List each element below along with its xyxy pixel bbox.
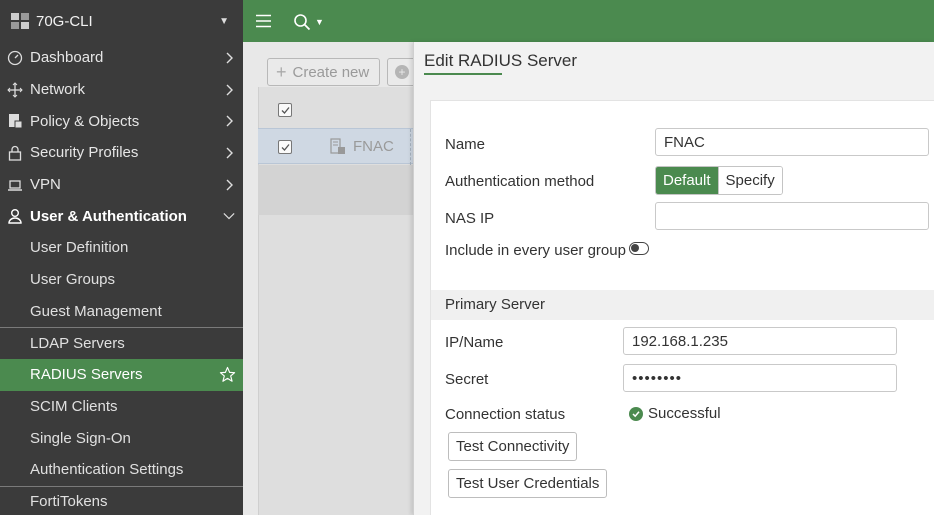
- chevron-right-icon: [223, 179, 235, 191]
- test-connectivity-button[interactable]: Test Connectivity: [448, 432, 578, 461]
- sidebar-subitem-label: User Definition: [30, 239, 129, 257]
- row-name: FNAC: [353, 138, 394, 155]
- auth-method-label: Authentication method: [445, 173, 595, 190]
- plus-circle-icon: +: [395, 65, 409, 79]
- network-icon: [6, 81, 24, 99]
- title-underline: [424, 73, 502, 75]
- connection-status: Successful: [629, 405, 721, 422]
- sidebar-subitem-label: Guest Management: [30, 302, 162, 320]
- table-row[interactable]: FNAC: [258, 128, 418, 165]
- sidebar-subitem-ldap-servers[interactable]: LDAP Servers: [0, 327, 243, 359]
- sidebar-subitem-label: Authentication Settings: [30, 461, 184, 479]
- edit-radius-server-panel: Edit RADIUS Server Name Authentication m…: [413, 42, 934, 515]
- sidebar-item-label: Security Profiles: [30, 144, 139, 162]
- select-all-checkbox[interactable]: [278, 103, 292, 117]
- device-name: 70G-CLI: [36, 12, 93, 30]
- sidebar-subitem-scim-clients[interactable]: SCIM Clients: [0, 391, 243, 423]
- sidebar-subitem-authentication-settings[interactable]: Authentication Settings: [0, 454, 243, 486]
- edit-form: Name Authentication method Default Speci…: [430, 100, 934, 515]
- caret-down-icon: ▼: [219, 15, 229, 27]
- fortigate-logo-icon: [10, 11, 30, 31]
- sidebar-item-label: Network: [30, 81, 86, 99]
- panel-title: Edit RADIUS Server: [424, 51, 578, 70]
- sidebar-item-policy-objects[interactable]: Policy & Objects: [0, 105, 243, 137]
- create-new-button[interactable]: + Create new: [267, 58, 380, 86]
- plus-icon: +: [276, 61, 287, 82]
- sidebar-section-user-authentication[interactable]: User & Authentication: [0, 200, 243, 232]
- section-title: Primary Server: [445, 296, 546, 313]
- hamburger-menu-icon[interactable]: [256, 14, 271, 28]
- sidebar-subitem-label: RADIUS Servers: [30, 366, 143, 384]
- nas-ip-label: NAS IP: [445, 210, 495, 227]
- ip-name-label: IP/Name: [445, 334, 504, 351]
- star-icon[interactable]: [219, 366, 236, 383]
- create-new-label: Create new: [292, 63, 370, 81]
- secret-input[interactable]: [623, 364, 897, 392]
- primary-server-section: Primary Server: [431, 290, 934, 320]
- policy-icon: [6, 112, 24, 130]
- auth-default-option[interactable]: Default: [656, 167, 718, 194]
- sidebar-item-security-profiles[interactable]: Security Profiles: [0, 137, 243, 169]
- name-input[interactable]: [655, 128, 929, 156]
- sidebar-item-network[interactable]: Network: [0, 74, 243, 106]
- dashboard-icon: [6, 49, 24, 67]
- nas-ip-input[interactable]: [655, 202, 929, 230]
- chevron-right-icon: [223, 52, 235, 64]
- lock-icon: [6, 144, 24, 162]
- include-user-group-label: Include in every user group: [445, 242, 626, 259]
- caret-down-icon[interactable]: ▼: [315, 17, 324, 27]
- table-empty-area: [258, 165, 418, 215]
- chevron-right-icon: [223, 147, 235, 159]
- sidebar-section-label: User & Authentication: [30, 207, 187, 225]
- chevron-down-icon: [223, 210, 235, 222]
- connection-status-label: Connection status: [445, 406, 566, 423]
- sidebar-subitem-label: FortiTokens: [30, 493, 108, 511]
- user-icon: [6, 207, 24, 225]
- secret-label: Secret: [445, 371, 489, 388]
- auth-specify-option[interactable]: Specify: [717, 167, 782, 194]
- sidebar-subitem-label: User Groups: [30, 271, 116, 289]
- check-circle-icon: [629, 406, 643, 421]
- sidebar-subitem-fortitokens[interactable]: FortiTokens: [0, 485, 243, 515]
- top-bar: ▼: [243, 0, 934, 42]
- sidebar-item-dashboard[interactable]: Dashboard: [0, 42, 243, 74]
- sidebar-subitem-user-definition[interactable]: User Definition: [0, 232, 243, 264]
- device-selector[interactable]: 70G-CLI ▼: [0, 0, 243, 42]
- column-divider: [410, 129, 411, 165]
- sidebar-item-vpn[interactable]: VPN: [0, 169, 243, 201]
- sidebar-item-label: Dashboard: [30, 49, 104, 67]
- sidebar-subitem-radius-servers[interactable]: RADIUS Servers: [0, 358, 243, 391]
- name-label: Name: [445, 136, 486, 153]
- sidebar-subitem-guest-management[interactable]: Guest Management: [0, 296, 243, 328]
- sidebar-subitem-label: LDAP Servers: [30, 335, 125, 353]
- test-user-credentials-button[interactable]: Test User Credentials: [448, 469, 608, 498]
- auth-method-toggle: Default Specify: [655, 166, 783, 195]
- sidebar-subitem-user-groups[interactable]: User Groups: [0, 264, 243, 296]
- sidebar: 70G-CLI ▼ Dashboard Network Policy & Obj…: [0, 0, 243, 515]
- chevron-right-icon: [223, 84, 235, 96]
- sidebar-subitem-label: SCIM Clients: [30, 397, 118, 415]
- search-icon[interactable]: [293, 13, 311, 31]
- connection-status-value: Successful: [648, 405, 721, 422]
- chevron-right-icon: [223, 115, 235, 127]
- server-icon: [330, 138, 346, 155]
- sidebar-item-label: Policy & Objects: [30, 112, 140, 130]
- ip-name-input[interactable]: [623, 327, 897, 355]
- include-user-group-toggle[interactable]: [629, 242, 649, 255]
- sidebar-subitem-label: Single Sign-On: [30, 429, 131, 447]
- sidebar-subitem-single-sign-on[interactable]: Single Sign-On: [0, 422, 243, 454]
- sidebar-item-label: VPN: [30, 176, 61, 194]
- row-checkbox[interactable]: [278, 140, 292, 154]
- laptop-icon: [6, 176, 24, 194]
